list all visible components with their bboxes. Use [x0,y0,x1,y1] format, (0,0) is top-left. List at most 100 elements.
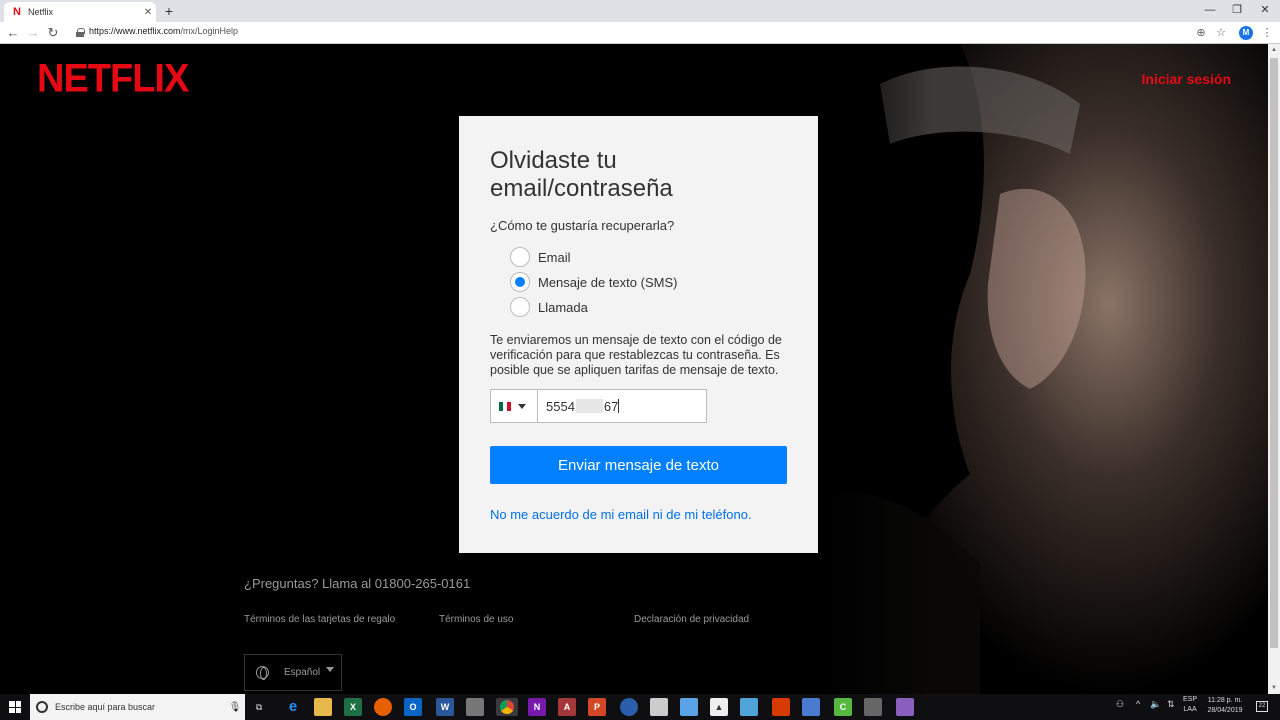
option-sms[interactable]: Mensaje de texto (SMS) [510,272,677,292]
camtasia-icon[interactable]: C [834,698,852,716]
forgot-contact-link[interactable]: No me acuerdo de mi email ni de mi teléf… [490,507,752,522]
scroll-up-icon[interactable]: ▲ [1268,44,1280,56]
phone-input-group: 5554 67 [490,389,707,423]
minimize-icon[interactable]: — [1195,0,1225,20]
hero-image [820,44,1268,694]
scroll-thumb[interactable] [1270,58,1278,648]
people-icon[interactable]: ⚇ [1116,699,1124,710]
radio-email[interactable] [510,247,530,267]
app-icon[interactable] [466,698,484,716]
task-view-icon[interactable]: ⧉ [250,698,268,716]
language-select[interactable]: Español [244,654,342,691]
keyboard-layout: LAA [1183,706,1197,713]
app-icon[interactable] [740,698,758,716]
browser-tab[interactable]: N Netflix ✕ [4,2,156,22]
bookmark-star-icon[interactable]: ☆ [1212,24,1230,42]
onenote-icon[interactable]: N [528,698,546,716]
app-icon[interactable] [680,698,698,716]
zoom-icon[interactable]: ⊕ [1192,24,1210,42]
clock-date: 28/04/2019 [1207,707,1243,714]
windows-start-icon[interactable] [9,701,21,713]
app-icon[interactable] [620,698,638,716]
netflix-logo[interactable]: NETFLIX [37,57,189,102]
lang-code: ESP [1183,696,1198,703]
office-icon[interactable] [772,698,790,716]
forward-arrow-icon[interactable]: → [24,24,42,42]
card-title: Olvidaste tu email/contraseña [490,147,673,202]
chrome-icon[interactable] [496,698,518,716]
search-placeholder: Escribe aquí para buscar [55,702,156,712]
browser-tab-strip: N Netflix ✕ + — ❐ ✕ [0,0,1280,22]
lock-icon [76,28,85,37]
signin-link[interactable]: Iniciar sesión [1142,71,1231,87]
firefox-icon[interactable] [374,698,392,716]
tab-close-icon[interactable]: ✕ [140,7,156,18]
recovery-card: Olvidaste tu email/contraseña ¿Cómo te g… [459,116,818,553]
excel-icon[interactable]: X [344,698,362,716]
country-code-select[interactable] [490,389,537,423]
terms-of-use-link[interactable]: Términos de uso [439,614,513,625]
edge-icon[interactable]: e [284,698,302,716]
system-clock[interactable]: 11:28 p. m. 28/04/2019 [1200,696,1250,716]
scroll-down-icon[interactable]: ▼ [1268,682,1280,694]
app-icon[interactable] [802,698,820,716]
menu-dots-icon[interactable]: ⋮ [1258,24,1276,42]
file-explorer-icon[interactable] [314,698,332,716]
input-language[interactable]: ESP LAA [1183,695,1197,715]
url-path: /mx/LoginHelp [180,26,239,36]
chevron-up-icon[interactable]: ^ [1136,699,1140,709]
clock-time: 11:28 p. m. [1207,697,1243,704]
option-label: Llamada [538,299,588,315]
profile-avatar[interactable]: M [1239,26,1253,40]
powerpoint-icon[interactable]: P [588,698,606,716]
photos-icon[interactable]: ▲ [710,698,728,716]
calculator-icon[interactable] [864,698,882,716]
netflix-page: NETFLIX Iniciar sesión Olvidaste tu emai… [0,44,1268,694]
outlook-icon[interactable]: O [404,698,422,716]
sms-info-text: Te enviaremos un mensaje de texto con el… [490,333,782,377]
gift-card-terms-link[interactable]: Términos de las tarjetas de regalo [244,614,395,625]
url-host: https://www.netflix.com [89,26,181,36]
option-call[interactable]: Llamada [510,297,588,317]
network-icon[interactable]: ⇅ [1167,699,1175,710]
page-scrollbar[interactable]: ▲ ▼ [1268,44,1280,694]
windows-taskbar: Escribe aquí para buscar 🎙 ⧉ e X O W N A… [0,694,1280,720]
radio-call[interactable] [510,297,530,317]
notifications-icon[interactable]: 22 [1256,701,1268,712]
tab-title: Netflix [28,7,54,17]
new-tab-button[interactable]: + [160,3,178,19]
redacted-digits [575,399,603,413]
volume-icon[interactable]: 🔈 [1150,699,1161,710]
reload-icon[interactable]: ↻ [44,24,62,42]
access-icon[interactable]: A [558,698,576,716]
app-icon[interactable] [650,698,668,716]
globe-icon [256,666,269,680]
chevron-down-icon [518,403,526,409]
taskbar-search[interactable]: Escribe aquí para buscar 🎙 [30,694,245,720]
app-icon[interactable] [896,698,914,716]
url-field[interactable]: https://www.netflix.com/mx/LoginHelp [89,26,238,36]
address-bar: ← → ↻ https://www.netflix.com/mx/LoginHe… [0,22,1280,44]
phone-start: 5554 [546,398,575,414]
microphone-icon[interactable]: 🎙 [225,702,245,713]
language-label: Español [284,667,321,678]
chevron-down-icon [326,667,335,672]
phone-end: 67 [603,398,619,414]
recovery-question: ¿Cómo te gustaría recuperarla? [490,218,675,233]
privacy-link[interactable]: Declaración de privacidad [634,614,749,625]
option-label: Mensaje de texto (SMS) [538,274,678,290]
send-sms-button[interactable]: Enviar mensaje de texto [490,446,787,484]
restore-icon[interactable]: ❐ [1222,0,1252,20]
support-phone-text: ¿Preguntas? Llama al 01800-265-0161 [244,576,471,591]
option-label: Email [538,249,571,265]
window-close-icon[interactable]: ✕ [1250,0,1280,20]
mexico-flag-icon [499,401,511,411]
back-arrow-icon[interactable]: ← [4,24,22,42]
text-cursor [618,399,620,413]
cortana-icon [36,701,48,713]
radio-sms[interactable] [510,272,530,292]
netflix-favicon-icon: N [13,6,21,18]
option-email[interactable]: Email [510,247,571,267]
word-icon[interactable]: W [436,698,454,716]
phone-input[interactable]: 5554 67 [537,389,707,423]
